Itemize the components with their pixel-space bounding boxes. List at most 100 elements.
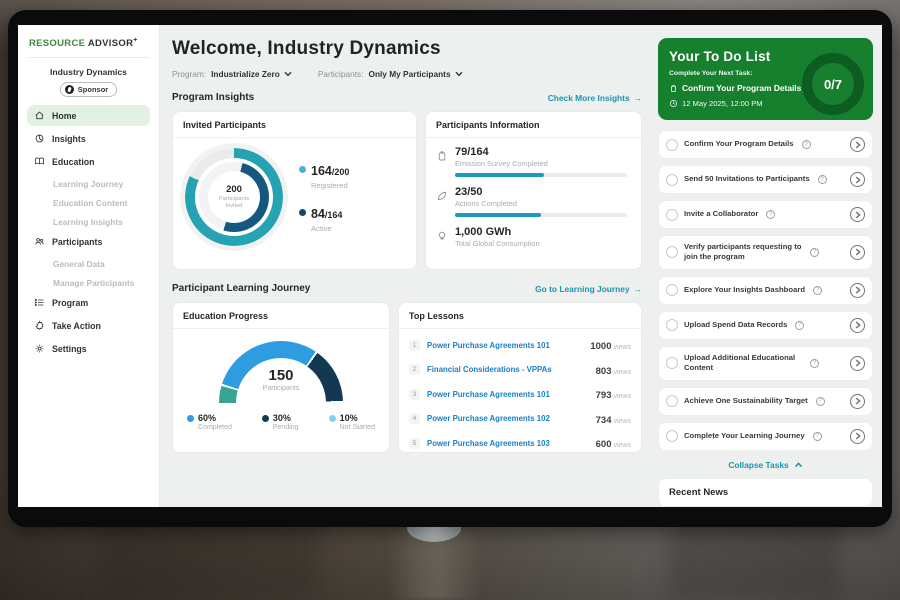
legend-active: 84/164 Active — [299, 205, 349, 233]
sidebar-item-learning-journey[interactable]: Learning Journey — [27, 174, 150, 193]
gauge-center-value: 150 — [219, 367, 343, 384]
lesson-row: 4 Power Purchase Agreements 102 734views — [409, 410, 631, 428]
help-icon[interactable]: ? — [810, 248, 819, 257]
recent-news-card: Recent News — [658, 478, 873, 507]
org-name: Industry Dynamics — [27, 67, 150, 77]
program-dropdown[interactable]: Industrialize Zero — [211, 69, 292, 79]
collapse-tasks-link[interactable]: Collapse Tasks — [658, 460, 873, 470]
task-row-upload-educational-content[interactable]: Upload Additional Educational Content? — [658, 346, 873, 381]
task-checkbox[interactable] — [666, 430, 678, 442]
education-gauge: 150 Participants — [219, 341, 343, 404]
monitor-bezel: RESOURCE ADVISOR+ Industry Dynamics Spon… — [8, 10, 892, 527]
chevron-right-icon[interactable] — [850, 172, 865, 187]
task-row-complete-learning-journey[interactable]: Complete Your Learning Journey? — [658, 422, 873, 451]
progress-track — [455, 173, 627, 177]
todo-summary-card: Your To Do List Complete Your Next Task:… — [658, 38, 873, 120]
sidebar-item-general-data[interactable]: General Data — [27, 254, 150, 273]
todo-next-task: Confirm Your Program Details — [669, 83, 819, 93]
section-learning-journey: Participant Learning Journey — [172, 283, 310, 294]
task-row-explore-insights[interactable]: Explore Your Insights Dashboard? — [658, 276, 873, 305]
sidebar-item-participants[interactable]: Participants — [27, 231, 150, 252]
participants-dropdown[interactable]: Only My Participants — [368, 69, 462, 79]
help-icon[interactable]: ? — [816, 397, 825, 406]
chevron-right-icon[interactable] — [850, 283, 865, 298]
task-row-invite-collaborator[interactable]: Invite a Collaborator? — [658, 200, 873, 229]
page-title: Welcome, Industry Dynamics — [172, 38, 642, 60]
help-icon[interactable]: ? — [766, 210, 775, 219]
task-row-achieve-sustainability-target[interactable]: Achieve One Sustainability Target? — [658, 387, 873, 416]
help-icon[interactable]: ? — [810, 359, 819, 368]
sidebar-item-education-content[interactable]: Education Content — [27, 193, 150, 212]
list-icon — [34, 297, 45, 308]
participants-information-card: Participants Information 79/164 Emission… — [425, 111, 642, 270]
sidebar-item-insights[interactable]: Insights — [27, 128, 150, 149]
task-row-send-invitations[interactable]: Send 50 Invitations to Participants? — [658, 165, 873, 194]
chevron-right-icon[interactable] — [850, 207, 865, 222]
task-checkbox[interactable] — [666, 209, 678, 221]
help-icon[interactable]: ? — [813, 286, 822, 295]
task-row-upload-spend-data[interactable]: Upload Spend Data Records? — [658, 311, 873, 340]
chevron-right-icon[interactable] — [850, 137, 865, 152]
insights-icon — [34, 133, 45, 144]
lesson-link[interactable]: Financial Considerations - VPPAs — [427, 365, 589, 374]
chevron-down-icon — [284, 71, 292, 77]
help-icon[interactable]: ? — [818, 175, 827, 184]
check-more-insights-link[interactable]: Check More Insights → — [548, 93, 642, 103]
lesson-link[interactable]: Power Purchase Agreements 102 — [427, 414, 589, 423]
help-icon[interactable]: ? — [802, 140, 811, 149]
sidebar-item-settings[interactable]: Settings — [27, 338, 150, 359]
invited-donut-inner: 200 Participants Invited — [199, 162, 269, 232]
invited-participants-card: Invited Participants 200 Participants In… — [172, 111, 417, 270]
lesson-link[interactable]: Power Purchase Agreements 103 — [427, 439, 589, 448]
progress-track — [455, 213, 627, 217]
task-row-confirm-program[interactable]: Confirm Your Program Details? — [658, 130, 873, 159]
chevron-right-icon[interactable] — [850, 429, 865, 444]
task-row-verify-participants[interactable]: Verify participants requesting to join t… — [658, 235, 873, 270]
arrow-right-icon: → — [634, 284, 642, 294]
todo-progress-ring: 0/7 — [802, 53, 864, 115]
education-progress-card: Education Progress 150 Participants 60% — [172, 302, 390, 453]
help-icon[interactable]: ? — [795, 321, 804, 330]
lesson-link[interactable]: Power Purchase Agreements 101 — [427, 390, 589, 399]
task-checkbox[interactable] — [666, 357, 678, 369]
sidebar-item-program[interactable]: Program — [27, 292, 150, 313]
sponsor-badge[interactable]: Sponsor — [60, 82, 117, 97]
task-checkbox[interactable] — [666, 319, 678, 331]
arrow-right-icon: → — [634, 93, 642, 103]
sidebar-item-take-action[interactable]: Take Action — [27, 315, 150, 336]
task-checkbox[interactable] — [666, 395, 678, 407]
sidebar-item-learning-insights[interactable]: Learning Insights — [27, 212, 150, 231]
card-title: Education Progress — [173, 303, 389, 329]
task-checkbox[interactable] — [666, 139, 678, 151]
progress-fill — [455, 173, 544, 177]
chevron-right-icon[interactable] — [850, 394, 865, 409]
progress-fill — [455, 213, 541, 217]
sidebar-nav: Home Insights Education Learning Journey… — [27, 105, 150, 361]
chevron-right-icon[interactable] — [850, 245, 865, 260]
chevron-down-icon — [455, 71, 463, 77]
chevron-right-icon[interactable] — [850, 356, 865, 371]
go-to-learning-journey-link[interactable]: Go to Learning Journey → — [535, 284, 642, 294]
help-icon[interactable]: ? — [813, 432, 822, 441]
task-checkbox[interactable] — [666, 284, 678, 296]
chevron-up-icon — [794, 462, 803, 468]
sponsor-icon — [65, 85, 74, 94]
badge-icon — [34, 320, 45, 331]
lesson-row: 2 Financial Considerations - VPPAs 803vi… — [409, 361, 631, 379]
donut-center-label: Participants Invited — [214, 196, 254, 210]
gauge-center-label: Participants — [219, 385, 343, 392]
program-filter: Program: Industrialize Zero — [172, 69, 292, 79]
stat-total-consumption: 1,000 GWh Total Global Consumption — [436, 226, 629, 248]
leaf-icon — [436, 190, 448, 202]
task-checkbox[interactable] — [666, 246, 678, 258]
home-icon — [34, 110, 45, 121]
lesson-link[interactable]: Power Purchase Agreements 101 — [427, 341, 583, 350]
lesson-row: 5 Power Purchase Agreements 103 600views — [409, 434, 631, 452]
sidebar-item-home[interactable]: Home — [27, 105, 150, 126]
sidebar-item-manage-participants[interactable]: Manage Participants — [27, 273, 150, 292]
task-checkbox[interactable] — [666, 174, 678, 186]
sidebar-item-education[interactable]: Education — [27, 151, 150, 172]
chevron-right-icon[interactable] — [850, 318, 865, 333]
recent-news-title: Recent News — [669, 487, 862, 498]
clock-icon — [669, 99, 678, 108]
